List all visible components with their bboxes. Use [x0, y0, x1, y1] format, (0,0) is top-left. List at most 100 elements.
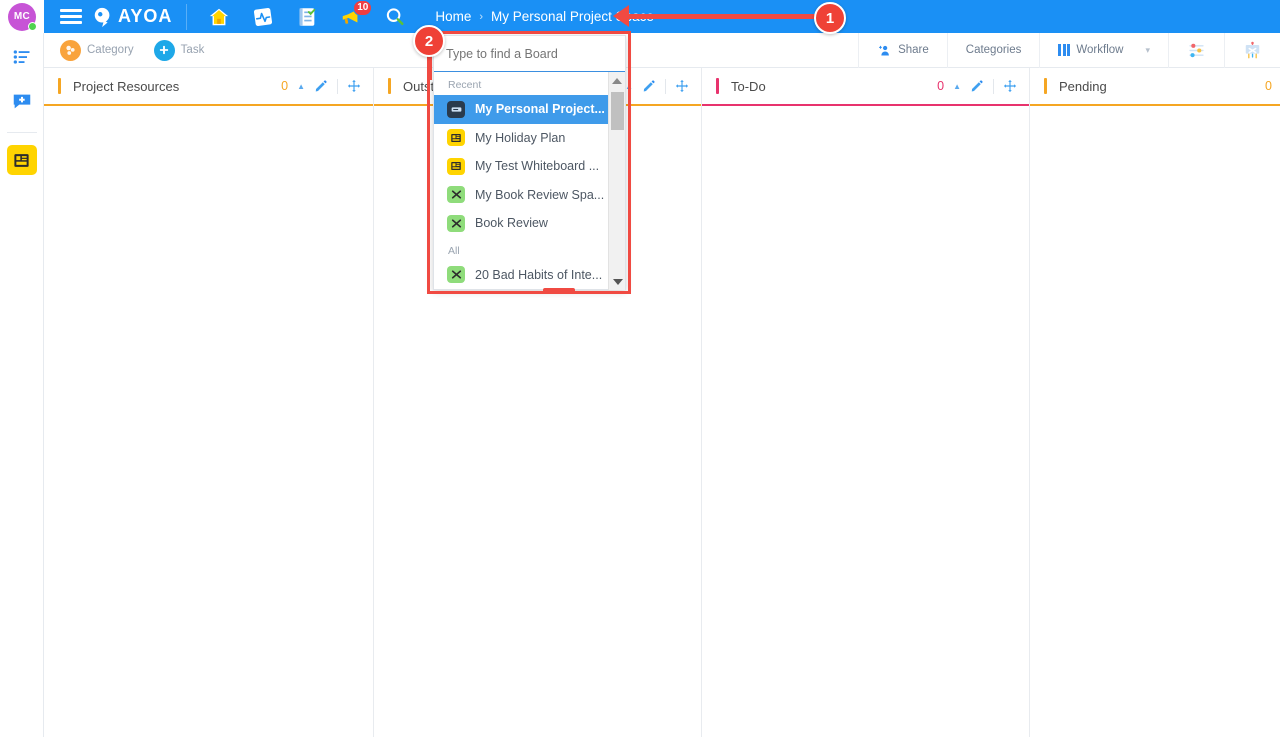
announcements-icon[interactable]: 10: [339, 0, 373, 29]
list-item-label: My Book Review Spa...: [475, 187, 605, 202]
presentation-board-icon: [1245, 41, 1260, 58]
categories-button[interactable]: Categories: [946, 32, 1040, 68]
move-cross-icon[interactable]: [675, 79, 689, 93]
chevron-down-icon[interactable]: ▾: [1145, 45, 1150, 56]
column-actions: 0 ▲: [937, 78, 1029, 94]
add-task-button[interactable]: Task: [153, 39, 217, 61]
column-color-bar: [58, 78, 61, 94]
task-board-icon: [447, 100, 465, 118]
column-count: 0: [1265, 79, 1272, 93]
scrollbar-thumb[interactable]: [611, 92, 624, 130]
notification-badge: 10: [353, 0, 373, 16]
column-body[interactable]: [702, 106, 1029, 737]
collapse-caret-icon[interactable]: ▲: [297, 82, 305, 91]
edit-pencil-icon[interactable]: [970, 79, 984, 93]
workflow-selector[interactable]: Workflow ▾: [1039, 32, 1168, 68]
list-item-label: My Test Whiteboard ...: [475, 159, 600, 174]
board-column: Project Resources 0 ▲: [44, 68, 374, 737]
brand-name: AYOA: [118, 6, 173, 26]
move-cross-icon[interactable]: [1003, 79, 1017, 93]
workflow-label: Workflow: [1076, 44, 1124, 56]
filter-settings-button[interactable]: [1168, 32, 1224, 68]
mindmap-icon: [447, 214, 465, 232]
presentation-button[interactable]: [1224, 32, 1280, 68]
hamburger-menu-icon[interactable]: [60, 6, 82, 28]
column-actions: 0 ▲: [281, 78, 373, 94]
collapse-caret-icon[interactable]: ▲: [625, 82, 633, 91]
tasks-icon[interactable]: [295, 5, 319, 29]
scroll-up-arrow-icon[interactable]: [609, 72, 625, 89]
add-category-button[interactable]: Category: [60, 39, 146, 61]
list-item[interactable]: Book Review: [434, 209, 625, 238]
toolbar-left-group: Category Task: [44, 39, 217, 61]
avatar-initials: MC: [13, 11, 31, 22]
sidebar-divider: [6, 132, 37, 133]
avatar-slot: MC: [0, 0, 44, 33]
list-item[interactable]: My Holiday Plan: [434, 124, 625, 153]
dropdown-scrollbar[interactable]: [608, 72, 625, 290]
mindmap-icon: [447, 186, 465, 204]
column-header: To-Do 0 ▲: [702, 68, 1029, 104]
action-divider: [665, 78, 666, 94]
category-label: Category: [87, 44, 134, 56]
column-count: 0: [281, 79, 289, 93]
list-item[interactable]: My Test Whiteboard ...: [434, 152, 625, 181]
ayoa-logo-icon: [94, 7, 110, 27]
filter-sliders-icon: [1189, 43, 1204, 57]
board-column: Pending 0: [1030, 68, 1280, 737]
action-divider: [337, 78, 338, 94]
list-item[interactable]: My Book Review Spa...: [434, 181, 625, 210]
dropdown-section-label: All: [448, 244, 460, 257]
share-button[interactable]: Share: [858, 32, 947, 68]
workflow-columns-icon: [1058, 44, 1071, 56]
board-search-input[interactable]: [446, 46, 615, 61]
brand-logo-group[interactable]: AYOA: [92, 6, 172, 28]
column-color-bar: [1044, 78, 1047, 94]
edit-pencil-icon[interactable]: [314, 79, 328, 93]
chevron-down-icon[interactable]: ▾: [664, 11, 669, 22]
dropdown-section-label: Recent: [448, 79, 482, 91]
column-actions: 0: [1265, 79, 1280, 93]
list-item-label: My Holiday Plan: [475, 130, 566, 145]
board-icon: [14, 153, 29, 167]
column-body[interactable]: [1030, 106, 1280, 737]
topbar-divider: [186, 3, 188, 30]
chat-add-icon: [13, 94, 30, 109]
breadcrumb-current-space[interactable]: My Personal Project Space: [491, 9, 654, 24]
sidebar-item-board[interactable]: [6, 145, 37, 175]
avatar[interactable]: MC: [8, 2, 37, 31]
share-person-icon: [879, 45, 889, 55]
board-column: To-Do 0 ▲: [702, 68, 1030, 737]
breadcrumb-separator: ›: [479, 10, 484, 23]
topbar-icon-group: 10: [207, 0, 407, 29]
column-body[interactable]: [44, 106, 373, 737]
mindmap-icon: [447, 266, 465, 284]
breadcrumb: Home › My Personal Project Space ▾: [435, 9, 668, 24]
home-icon[interactable]: [207, 5, 231, 29]
column-title: Project Resources: [73, 78, 180, 94]
sidebar-item-list[interactable]: [7, 42, 37, 72]
column-color-bar: [716, 78, 719, 94]
board-toolbar: Category Task Share Categories Workflow …: [44, 32, 1280, 68]
scroll-down-arrow-icon[interactable]: [609, 273, 625, 290]
move-cross-icon[interactable]: [347, 79, 361, 93]
activity-icon[interactable]: [251, 5, 275, 29]
toolbar-right-group: Share Categories Workflow ▾: [858, 32, 1280, 68]
list-item-label: My Personal Project...: [475, 102, 605, 117]
categories-label: Categories: [965, 44, 1022, 56]
column-header: Project Resources 0 ▲: [44, 68, 373, 104]
dropdown-list: Recent My Personal Project... My Holiday…: [434, 72, 625, 290]
collapse-caret-icon[interactable]: ▲: [953, 82, 961, 91]
list-item[interactable]: 20 Bad Habits of Inte...: [434, 261, 625, 290]
sidebar-item-chat[interactable]: [7, 86, 37, 116]
board-search-dropdown: Recent My Personal Project...: [433, 35, 626, 290]
edit-pencil-icon[interactable]: [642, 79, 656, 93]
column-count: 0: [937, 79, 945, 93]
breadcrumb-home[interactable]: Home: [435, 9, 471, 24]
list-item[interactable]: My Personal Project...: [434, 95, 625, 124]
search-icon[interactable]: [383, 5, 407, 29]
list-item-label: 20 Bad Habits of Inte...: [475, 267, 603, 282]
action-divider: [993, 78, 994, 94]
column-title: Pending: [1059, 78, 1107, 94]
column-color-bar: [388, 78, 391, 94]
